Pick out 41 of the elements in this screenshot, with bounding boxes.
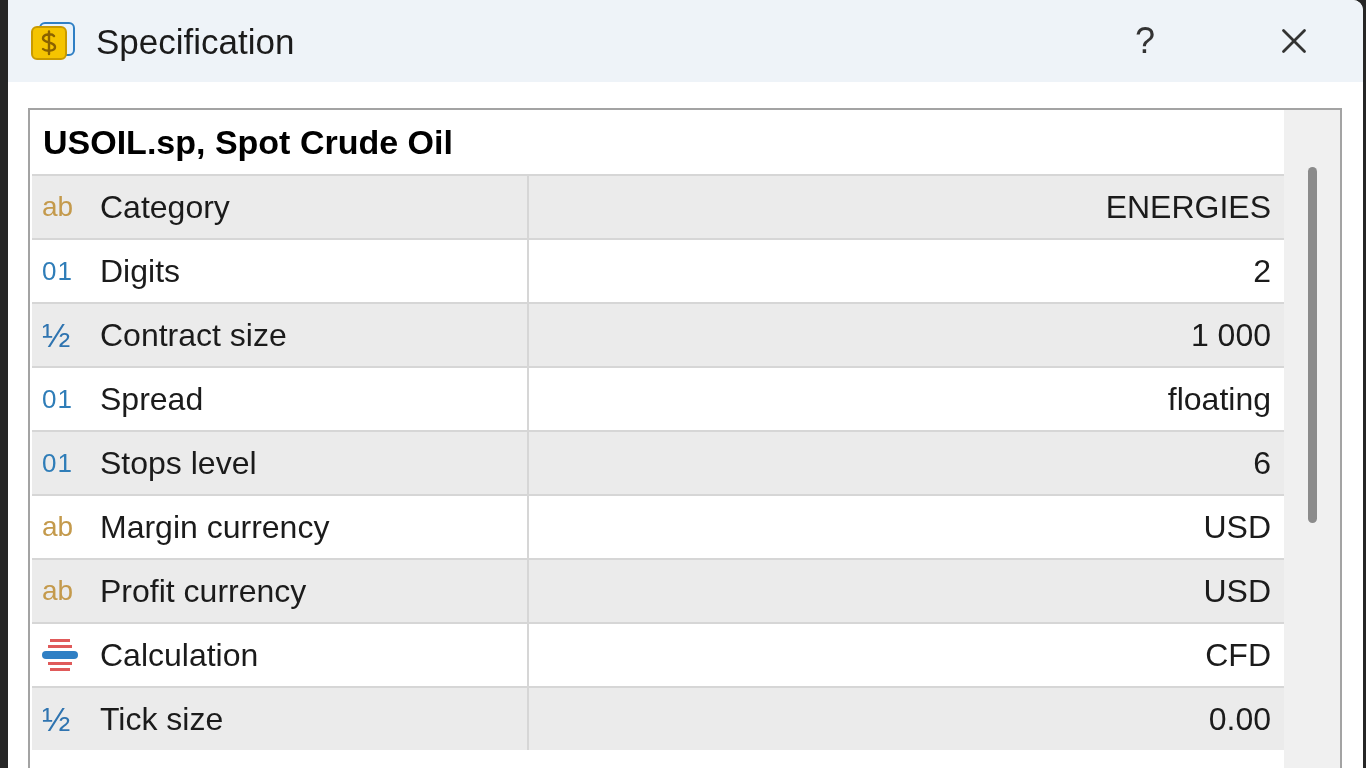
property-label: Calculation [100,639,259,671]
table-row[interactable]: 01 Stops level 6 [32,430,1284,494]
property-label: Stops level [100,447,257,479]
symbol-title: USOIL.sp, Spot Crude Oil [43,125,453,159]
property-label: Digits [100,255,180,287]
table-row[interactable]: Calculation CFD [32,622,1284,686]
stacked-lines-icon [42,639,78,671]
window-title: Specification [96,23,295,59]
integer-type-icon: 01 [42,450,82,476]
property-label: Tick size [100,703,224,735]
property-value: USD [1203,511,1271,543]
property-label: Profit currency [100,575,307,607]
integer-type-icon: 01 [42,386,82,412]
text-type-icon: ab [42,577,82,605]
property-value: 2 [1253,255,1271,287]
text-type-icon: ab [42,513,82,541]
property-value: ENERGIES [1105,191,1271,223]
property-value: 6 [1253,447,1271,479]
dollar-coin-icon [30,21,78,61]
property-label: Category [100,191,230,223]
scrollbar-thumb[interactable] [1307,167,1317,523]
integer-type-icon: 01 [42,258,82,284]
fraction-icon: ½ [42,702,82,736]
table-row[interactable]: ab Margin currency USD [32,494,1284,558]
property-label: Contract size [100,319,287,351]
fraction-icon: ½ [42,318,82,352]
table-row[interactable]: ½ Contract size 1 000 [32,302,1284,366]
help-button[interactable]: ? [1128,19,1161,63]
property-value: CFD [1205,639,1271,671]
table-row[interactable]: 01 Spread floating [32,366,1284,430]
property-value: 0.00 [1208,703,1271,735]
table-row[interactable]: ½ Tick size 0.00 [32,686,1284,750]
property-label: Spread [100,383,204,415]
text-type-icon: ab [42,193,82,221]
table-row[interactable]: ab Profit currency USD [32,558,1284,622]
property-value: floating [1167,383,1271,415]
table-row[interactable]: ab Category ENERGIES [32,174,1284,238]
property-value: 1 000 [1190,319,1271,351]
property-label: Margin currency [100,511,330,543]
table-row[interactable]: 01 Digits 2 [32,238,1284,302]
property-value: USD [1203,575,1271,607]
